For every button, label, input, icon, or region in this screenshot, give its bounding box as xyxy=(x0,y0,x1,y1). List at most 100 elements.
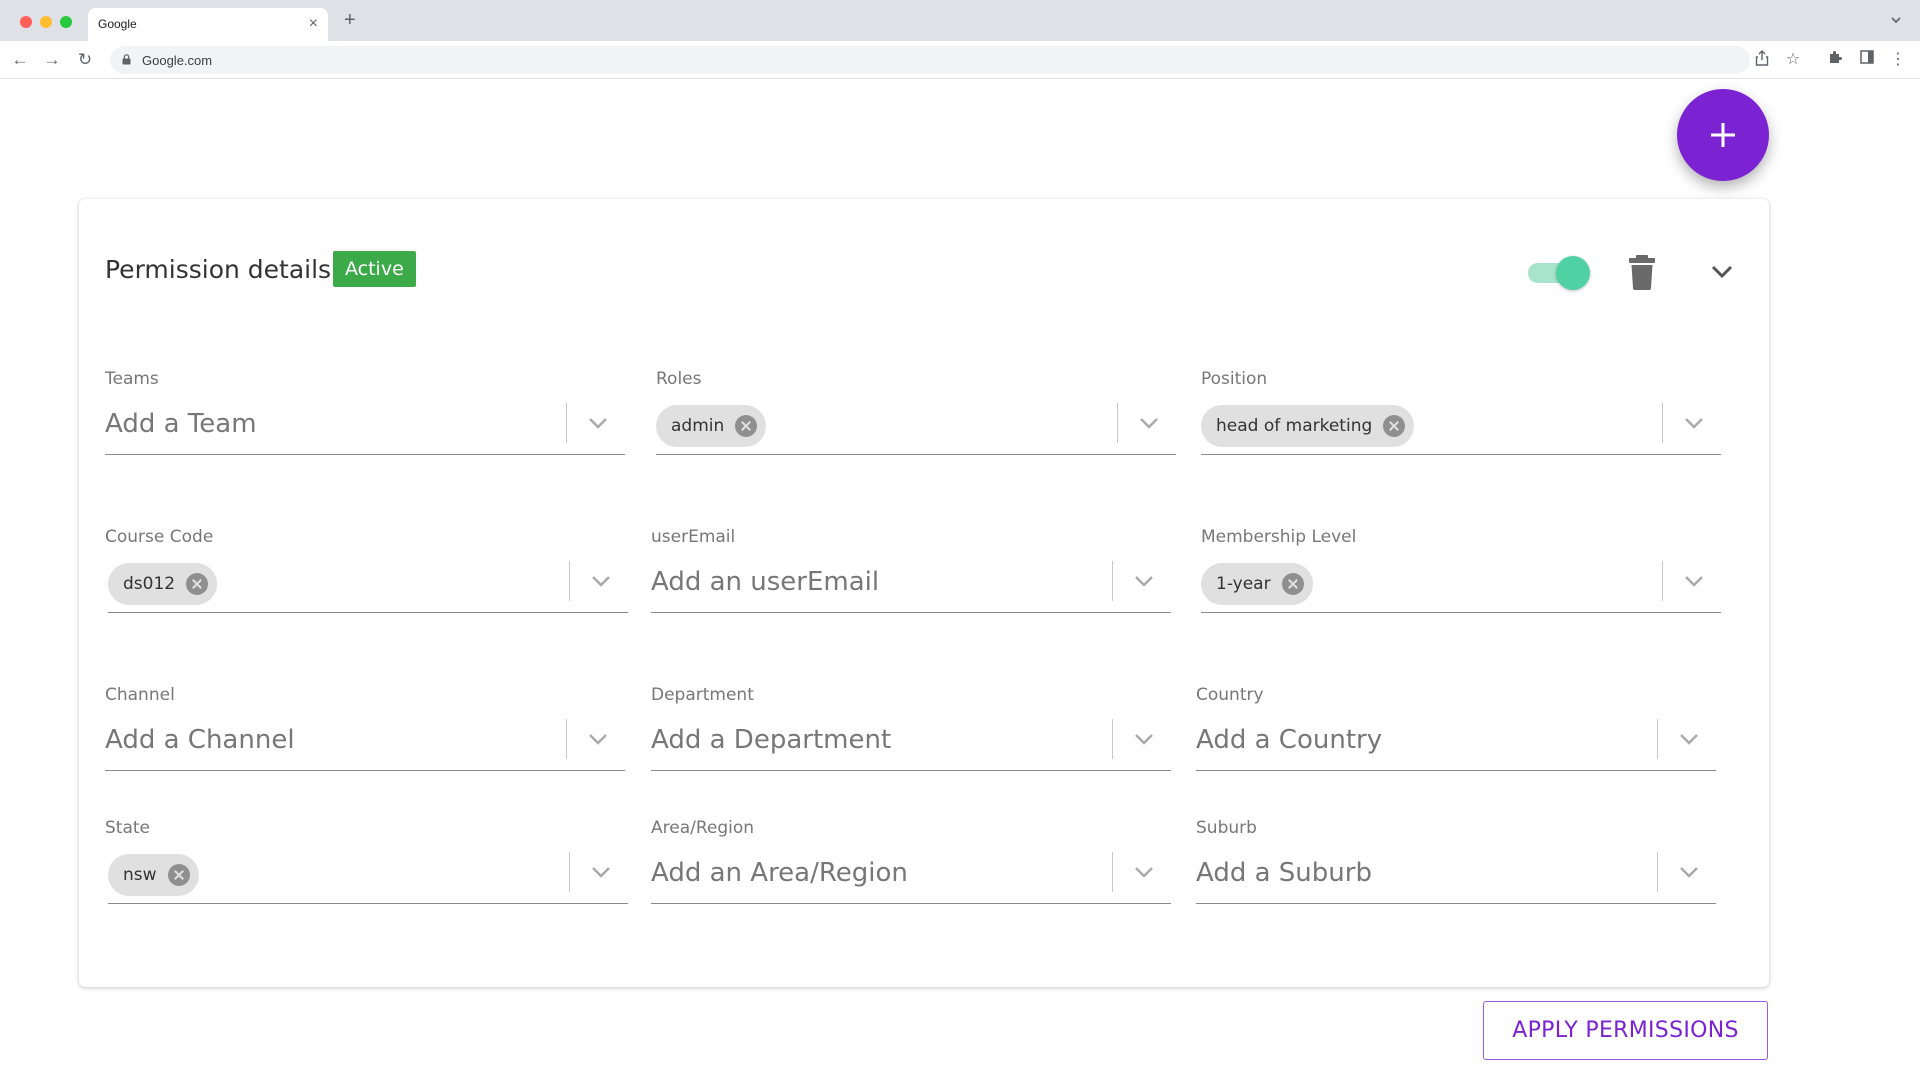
country-select[interactable]: Add a Country xyxy=(1196,713,1716,771)
lock-icon xyxy=(122,54,131,65)
status-badge: Active xyxy=(333,251,416,287)
select-divider xyxy=(1111,719,1113,759)
select-divider xyxy=(1116,403,1118,443)
department-placeholder: Add a Department xyxy=(651,725,892,755)
chevron-down-icon[interactable] xyxy=(586,565,616,595)
user-email-placeholder: Add an userEmail xyxy=(651,567,880,597)
select-divider xyxy=(1661,403,1663,443)
remove-chip-icon[interactable] xyxy=(186,573,209,595)
teams-label: Teams xyxy=(105,369,159,389)
chevron-down-icon[interactable] xyxy=(583,723,613,753)
membership-level-chip: 1-year xyxy=(1201,563,1313,605)
area-region-placeholder: Add an Area/Region xyxy=(651,858,908,888)
select-divider xyxy=(568,852,570,892)
channel-select[interactable]: Add a Channel xyxy=(105,713,625,771)
department-select[interactable]: Add a Department xyxy=(651,713,1171,771)
plus-icon xyxy=(1711,123,1735,147)
roles-field: Roles admin xyxy=(656,369,1176,459)
channel-placeholder: Add a Channel xyxy=(105,725,295,755)
tab-search-chevron-icon[interactable] xyxy=(1890,14,1902,26)
course-code-field: Course Code ds012 xyxy=(105,527,628,617)
teams-field: Teams Add a Team xyxy=(105,369,625,459)
select-divider xyxy=(565,403,567,443)
teams-select[interactable]: Add a Team xyxy=(105,397,625,455)
chevron-down-icon[interactable] xyxy=(1129,856,1159,886)
chevron-down-icon[interactable] xyxy=(1706,256,1738,288)
chevron-down-icon[interactable] xyxy=(1129,723,1159,753)
select-divider xyxy=(1656,852,1658,892)
browser-toolbar: ← → ↻ Google.com ☆ ⋮ xyxy=(0,41,1920,79)
add-permission-button[interactable] xyxy=(1677,89,1769,181)
chevron-down-icon[interactable] xyxy=(1134,407,1164,437)
roles-label: Roles xyxy=(656,369,702,389)
remove-chip-icon[interactable] xyxy=(735,415,758,437)
department-field: Department Add a Department xyxy=(651,685,1171,775)
area-region-select[interactable]: Add an Area/Region xyxy=(651,846,1171,904)
extensions-icon[interactable] xyxy=(1825,50,1845,70)
apply-permissions-button[interactable]: APPLY PERMISSIONS xyxy=(1483,1001,1768,1060)
country-placeholder: Add a Country xyxy=(1196,725,1383,755)
position-label: Position xyxy=(1201,369,1268,389)
suburb-label: Suburb xyxy=(1196,818,1257,838)
trash-icon[interactable] xyxy=(1627,254,1657,290)
minimize-window-button[interactable] xyxy=(40,16,52,28)
reload-icon[interactable]: ↻ xyxy=(75,50,95,70)
address-bar[interactable]: Google.com xyxy=(110,46,1750,74)
select-divider xyxy=(1661,561,1663,601)
user-email-select[interactable]: Add an userEmail xyxy=(651,555,1171,613)
area-region-field: Area/Region Add an Area/Region xyxy=(651,818,1171,908)
browser-menu-icon[interactable]: ⋮ xyxy=(1888,50,1908,70)
roles-select[interactable]: admin xyxy=(656,397,1176,455)
active-toggle[interactable] xyxy=(1526,255,1590,291)
chevron-down-icon[interactable] xyxy=(1679,407,1709,437)
channel-label: Channel xyxy=(105,685,175,705)
membership-level-field: Membership Level 1-year xyxy=(1201,527,1721,617)
tab-close-icon[interactable]: × xyxy=(309,14,318,34)
membership-level-select[interactable]: 1-year xyxy=(1201,555,1721,613)
course-code-select[interactable]: ds012 xyxy=(108,555,628,613)
membership-level-label: Membership Level xyxy=(1201,527,1357,547)
chevron-down-icon[interactable] xyxy=(1674,856,1704,886)
permission-card: Permission details Active Teams Add a Te… xyxy=(79,199,1769,987)
chip-label: head of marketing xyxy=(1216,416,1373,436)
select-divider xyxy=(1111,561,1113,601)
new-tab-icon[interactable]: + xyxy=(344,10,356,30)
chevron-down-icon[interactable] xyxy=(1679,565,1709,595)
chevron-down-icon[interactable] xyxy=(586,856,616,886)
suburb-placeholder: Add a Suburb xyxy=(1196,858,1372,888)
teams-placeholder: Add a Team xyxy=(105,409,257,439)
country-label: Country xyxy=(1196,685,1264,705)
position-select[interactable]: head of marketing xyxy=(1201,397,1721,455)
remove-chip-icon[interactable] xyxy=(1383,415,1406,437)
browser-tab[interactable]: Google × xyxy=(88,8,328,41)
remove-chip-icon[interactable] xyxy=(167,864,190,886)
user-email-label: userEmail xyxy=(651,527,736,547)
country-field: Country Add a Country xyxy=(1196,685,1716,775)
toggle-thumb xyxy=(1556,256,1590,290)
chevron-down-icon[interactable] xyxy=(1674,723,1704,753)
tab-title: Google xyxy=(98,17,137,31)
state-select[interactable]: nsw xyxy=(108,846,628,904)
close-window-button[interactable] xyxy=(20,16,32,28)
side-panel-icon[interactable] xyxy=(1857,50,1877,70)
area-region-label: Area/Region xyxy=(651,818,755,838)
share-icon[interactable] xyxy=(1752,50,1772,70)
bookmark-star-icon[interactable]: ☆ xyxy=(1783,50,1803,70)
chip-label: nsw xyxy=(123,865,157,885)
suburb-select[interactable]: Add a Suburb xyxy=(1196,846,1716,904)
browser-tab-bar: Google × + xyxy=(0,0,1920,41)
state-label: State xyxy=(105,818,150,838)
maximize-window-button[interactable] xyxy=(60,16,72,28)
channel-field: Channel Add a Channel xyxy=(105,685,625,775)
position-chip: head of marketing xyxy=(1201,405,1415,447)
back-arrow-icon[interactable]: ← xyxy=(10,50,30,70)
state-chip: nsw xyxy=(108,854,199,896)
url-text: Google.com xyxy=(142,53,213,68)
forward-arrow-icon[interactable]: → xyxy=(42,50,62,70)
remove-chip-icon[interactable] xyxy=(1281,573,1304,595)
chevron-down-icon[interactable] xyxy=(583,407,613,437)
state-field: State nsw xyxy=(105,818,628,908)
chevron-down-icon[interactable] xyxy=(1129,565,1159,595)
department-label: Department xyxy=(651,685,754,705)
course-code-label: Course Code xyxy=(105,527,214,547)
